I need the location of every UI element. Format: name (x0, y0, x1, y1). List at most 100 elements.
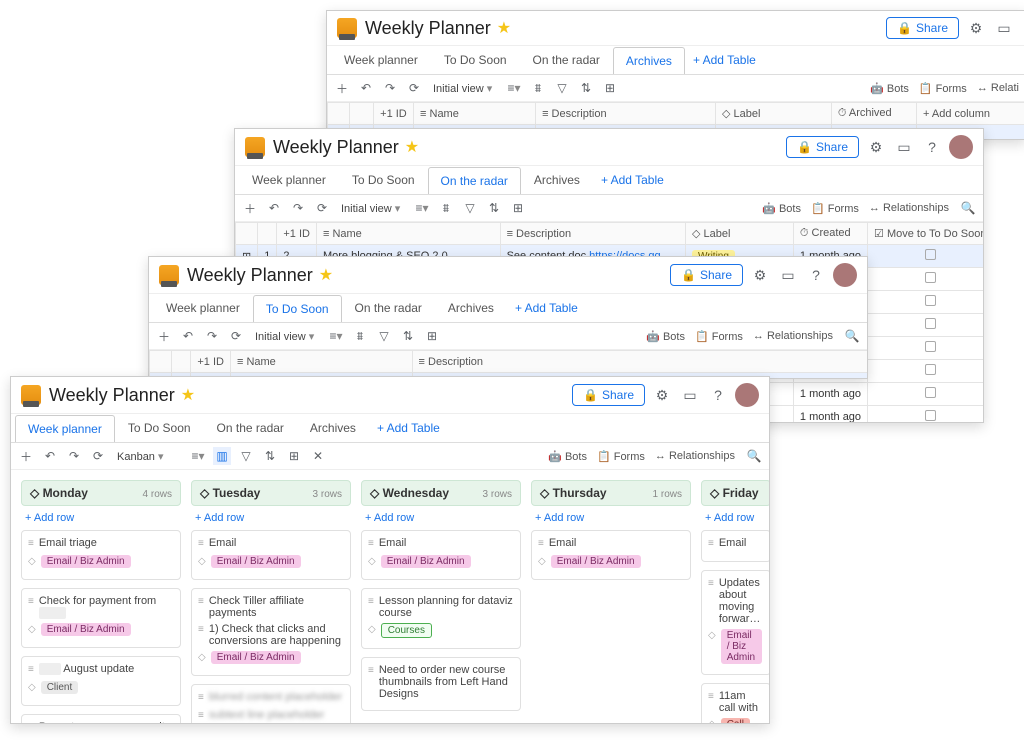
bots-link[interactable]: 🤖 Bots (870, 82, 909, 95)
help-icon[interactable]: ? (805, 264, 827, 286)
kanban-card[interactable]: ≡blurred content placeholder≡subtext lin… (191, 684, 351, 724)
avatar[interactable] (949, 135, 973, 159)
forms-link[interactable]: 📋 Forms (919, 82, 967, 95)
tab-todo-soon[interactable]: To Do Soon (115, 414, 204, 442)
tab-on-the-radar[interactable]: On the radar (342, 294, 435, 322)
checkbox[interactable] (925, 249, 936, 260)
plus-icon[interactable]: ＋ (155, 327, 173, 345)
list-icon[interactable]: ≡ (413, 199, 431, 217)
filter-icon[interactable]: ▽ (553, 79, 571, 97)
comment-icon[interactable]: ▭ (679, 384, 701, 406)
plus-icon[interactable]: ＋ (17, 447, 35, 465)
kanban-card[interactable]: ≡Check for payment from xxxxx◇Email / Bi… (21, 588, 181, 648)
kanban-card[interactable]: ≡Email (701, 530, 769, 562)
redo-icon[interactable]: ↷ (65, 447, 83, 465)
share-button[interactable]: 🔒Share (572, 384, 645, 406)
bots-link[interactable]: 🤖 Bots (646, 330, 685, 343)
list-icon[interactable]: ≡ (505, 79, 523, 97)
view-selector[interactable]: Initial view (429, 80, 499, 97)
kanban-icon[interactable]: ▥ (213, 447, 231, 465)
share-button[interactable]: 🔒Share (786, 136, 859, 158)
tab-on-the-radar[interactable]: On the radar (428, 167, 521, 194)
filter-icon[interactable]: ▽ (375, 327, 393, 345)
comment-icon[interactable]: ▭ (893, 136, 915, 158)
kanban-card[interactable]: ≡Email triage◇Email / Biz Admin (21, 530, 181, 580)
kanban-card[interactable]: ≡Updates about moving forwar…◇Email / Bi… (701, 570, 769, 675)
avatar[interactable] (833, 263, 857, 287)
redo-icon[interactable]: ↷ (289, 199, 307, 217)
tab-week-planner[interactable]: Week planner (153, 294, 253, 322)
gear-icon[interactable]: ⚙ (749, 264, 771, 286)
search-icon[interactable]: 🔍 (959, 199, 977, 217)
view-selector[interactable]: Kanban (113, 448, 183, 465)
add-table-link[interactable]: Add Table (377, 421, 440, 435)
close-icon[interactable]: ✕ (309, 447, 327, 465)
relationships-link[interactable]: ↔ Relati (977, 82, 1019, 94)
bots-link[interactable]: 🤖 Bots (762, 202, 801, 215)
tab-todo-soon[interactable]: To Do Soon (339, 166, 428, 194)
kanban-card[interactable]: ≡Email◇Email / Biz Admin (191, 530, 351, 580)
plus-icon[interactable]: ＋ (241, 199, 259, 217)
tab-week-planner[interactable]: Week planner (239, 166, 339, 194)
group-icon[interactable]: ⇅ (399, 327, 417, 345)
kanban-card[interactable]: ≡Email◇Email / Biz Admin (531, 530, 691, 580)
format-icon[interactable]: ⩩ (437, 199, 455, 217)
tab-on-the-radar[interactable]: On the radar (520, 46, 613, 74)
format-icon[interactable]: ⩩ (529, 79, 547, 97)
gear-icon[interactable]: ⚙ (965, 17, 987, 39)
undo-icon[interactable]: ↶ (179, 327, 197, 345)
help-icon[interactable]: ? (921, 136, 943, 158)
tab-archives[interactable]: Archives (435, 294, 507, 322)
list-icon[interactable]: ≡ (189, 447, 207, 465)
gear-icon[interactable]: ⚙ (865, 136, 887, 158)
relationships-link[interactable]: ↔ Relationships (753, 330, 833, 342)
add-column-button[interactable]: + Add column (917, 103, 1024, 125)
tab-archives[interactable]: Archives (521, 166, 593, 194)
view-selector[interactable]: Initial view (251, 328, 321, 345)
star-icon[interactable]: ★ (497, 18, 511, 38)
relationships-link[interactable]: ↔ Relationships (655, 450, 735, 462)
history-icon[interactable]: ⟳ (405, 79, 423, 97)
tab-todo-soon[interactable]: To Do Soon (431, 46, 520, 74)
kanban-card[interactable]: ≡11am call with◇Call (701, 683, 769, 724)
plus-icon[interactable]: ＋ (333, 79, 351, 97)
col-id[interactable]: +1 ID (374, 103, 414, 125)
undo-icon[interactable]: ↶ (357, 79, 375, 97)
share-button[interactable]: 🔒Share (886, 17, 959, 39)
kanban-card[interactable]: ≡Lesson planning for dataviz course◇Cour… (361, 588, 521, 649)
kanban-card[interactable]: ≡Promote measure summit on social≡Copyht… (21, 714, 181, 724)
forms-link[interactable]: 📋 Forms (811, 202, 859, 215)
redo-icon[interactable]: ↷ (203, 327, 221, 345)
kanban-card[interactable]: ≡Check Tiller affiliate payments≡1) Chec… (191, 588, 351, 676)
comment-icon[interactable]: ▭ (993, 17, 1015, 39)
add-row-button[interactable]: Add row (701, 506, 769, 530)
help-icon[interactable]: ? (707, 384, 729, 406)
kanban-card[interactable]: ≡Email◇Email / Biz Admin (361, 530, 521, 580)
add-table-link[interactable]: Add Table (693, 53, 756, 67)
share-button[interactable]: 🔒Share (670, 264, 743, 286)
history-icon[interactable]: ⟳ (89, 447, 107, 465)
tab-week-planner[interactable]: Week planner (15, 415, 115, 442)
view-selector[interactable]: Initial view (337, 200, 407, 217)
add-row-button[interactable]: Add row (361, 506, 521, 530)
relationships-link[interactable]: ↔ Relationships (869, 202, 949, 214)
format-icon[interactable]: ⩩ (351, 327, 369, 345)
history-icon[interactable]: ⟳ (227, 327, 245, 345)
search-icon[interactable]: 🔍 (843, 327, 861, 345)
star-icon[interactable]: ★ (181, 385, 195, 405)
group-icon[interactable]: ⇅ (261, 447, 279, 465)
tab-archives[interactable]: Archives (297, 414, 369, 442)
add-table-link[interactable]: Add Table (601, 173, 664, 187)
columns-icon[interactable]: ⊞ (509, 199, 527, 217)
tab-todo-soon[interactable]: To Do Soon (253, 295, 342, 322)
tab-on-the-radar[interactable]: On the radar (204, 414, 297, 442)
tab-week-planner[interactable]: Week planner (331, 46, 431, 74)
add-row-button[interactable]: Add row (21, 506, 181, 530)
filter-icon[interactable]: ▽ (461, 199, 479, 217)
star-icon[interactable]: ★ (405, 137, 419, 157)
list-icon[interactable]: ≡ (327, 327, 345, 345)
add-row-button[interactable]: Add row (191, 506, 351, 530)
forms-link[interactable]: 📋 Forms (597, 450, 645, 463)
search-icon[interactable]: 🔍 (745, 447, 763, 465)
gear-icon[interactable]: ⚙ (651, 384, 673, 406)
